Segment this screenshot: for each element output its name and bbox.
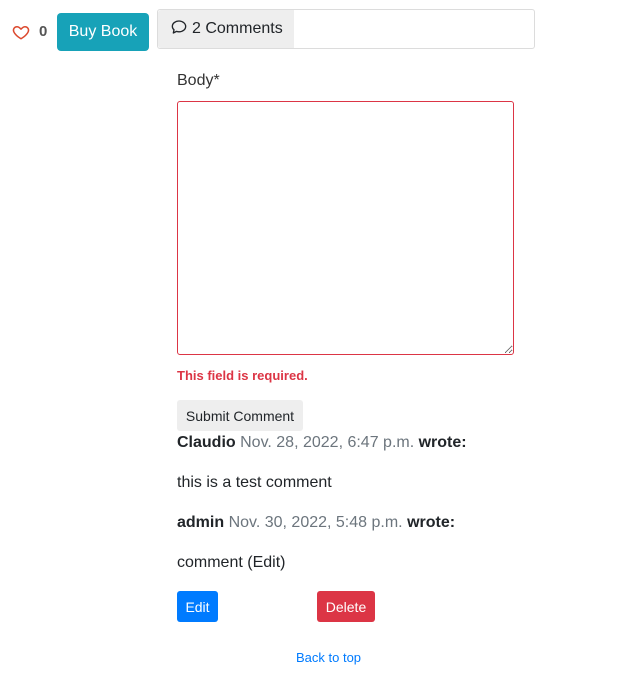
heart-icon[interactable]: [12, 23, 30, 41]
delete-comment-button[interactable]: Delete: [317, 591, 375, 622]
comment-wrote: wrote:: [418, 434, 467, 451]
comment-wrote: wrote:: [407, 514, 456, 531]
buy-book-button[interactable]: Buy Book: [57, 13, 149, 51]
body-textarea[interactable]: [177, 101, 514, 355]
comment-author: admin: [177, 514, 225, 531]
like-count: 0: [39, 23, 48, 40]
comment-date: Nov. 28, 2022, 6:47 p.m.: [240, 434, 415, 451]
back-to-top-link[interactable]: Back to top: [296, 650, 361, 665]
comment-author: Claudio: [177, 434, 236, 451]
comment-header: Claudio Nov. 28, 2022, 6:47 p.m. wrote:: [177, 434, 467, 452]
body-error-message: This field is required.: [177, 368, 308, 383]
chat-bubble-icon: [171, 19, 192, 40]
comments-toggle[interactable]: 2 Comments: [158, 10, 294, 48]
body-label: Body*: [177, 72, 220, 89]
comment-header: admin Nov. 30, 2022, 5:48 p.m. wrote:: [177, 514, 455, 532]
comment-body: comment (Edit): [177, 554, 286, 571]
comments-panel: 2 Comments: [157, 9, 535, 49]
submit-comment-button[interactable]: Submit Comment: [177, 400, 303, 431]
comments-count-label: 2 Comments: [192, 20, 283, 37]
edit-comment-button[interactable]: Edit: [177, 591, 218, 622]
comment-body: this is a test comment: [177, 474, 332, 491]
comment-date: Nov. 30, 2022, 5:48 p.m.: [228, 514, 403, 531]
